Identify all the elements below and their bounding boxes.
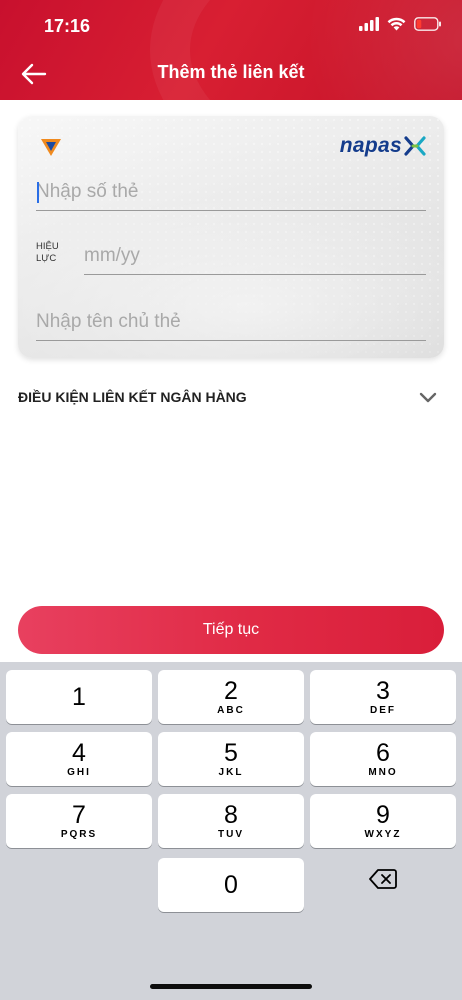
key-letters: ABC <box>217 704 245 716</box>
page-title: Thêm thẻ liên kết <box>157 62 305 82</box>
card-holder-input[interactable] <box>36 304 426 341</box>
key-letters: DEF <box>370 704 396 716</box>
key-9[interactable]: 9 WXYZ <box>310 794 456 848</box>
conditions-label: ĐIỀU KIỆN LIÊN KẾT NGÂN HÀNG <box>18 389 247 405</box>
bank-link-conditions-toggle[interactable]: ĐIỀU KIỆN LIÊN KẾT NGÂN HÀNG <box>18 382 444 412</box>
key-7[interactable]: 7 PQRS <box>6 794 152 848</box>
battery-icon <box>414 17 441 31</box>
key-digit: 6 <box>376 738 390 767</box>
continue-button[interactable]: Tiếp tục <box>18 606 444 654</box>
key-letters: GHI <box>67 766 91 778</box>
key-letters: JKL <box>218 766 244 778</box>
key-digit: 4 <box>72 738 86 767</box>
key-letters: TUV <box>218 828 244 840</box>
key-digit: 3 <box>376 676 390 705</box>
backspace-icon <box>369 869 397 889</box>
signal-icon <box>359 17 379 31</box>
card-form: napas HIỆU LỰC <box>18 116 444 358</box>
key-1[interactable]: 1 <box>6 670 152 724</box>
validity-label: HIỆU LỰC <box>36 241 59 264</box>
home-indicator <box>150 984 312 989</box>
status-icons <box>359 14 442 34</box>
card-number-input[interactable] <box>36 174 426 211</box>
key-digit: 7 <box>72 800 86 829</box>
key-letters: PQRS <box>60 828 98 840</box>
key-3[interactable]: 3 DEF <box>310 670 456 724</box>
text-cursor <box>37 182 39 203</box>
wifi-icon <box>387 17 406 31</box>
key-digit: 5 <box>224 738 238 767</box>
expiry-input[interactable] <box>84 238 426 275</box>
key-digit: 0 <box>224 871 238 899</box>
key-letters: WXYZ <box>364 828 402 840</box>
key-4[interactable]: 4 GHI <box>6 732 152 786</box>
key-8[interactable]: 8 TUV <box>158 794 304 848</box>
key-digit: 8 <box>224 800 238 829</box>
napas-logo: napas <box>340 134 426 158</box>
key-letters: MNO <box>368 766 398 778</box>
status-time: 17:16 <box>44 16 91 36</box>
header: 17:16 Thêm thẻ liên kết <box>0 0 462 100</box>
napas-wordmark: napas <box>339 134 402 157</box>
key-digit: 9 <box>376 800 390 829</box>
bank-logo-icon <box>41 139 61 156</box>
backspace-button[interactable] <box>310 852 456 906</box>
chevron-down-icon <box>419 392 437 403</box>
key-6[interactable]: 6 MNO <box>310 732 456 786</box>
key-0[interactable]: 0 <box>158 858 304 912</box>
key-5[interactable]: 5 JKL <box>158 732 304 786</box>
napas-x-icon <box>404 136 426 156</box>
key-digit: 2 <box>224 676 238 705</box>
key-digit: 1 <box>72 683 86 711</box>
key-2[interactable]: 2 ABC <box>158 670 304 724</box>
